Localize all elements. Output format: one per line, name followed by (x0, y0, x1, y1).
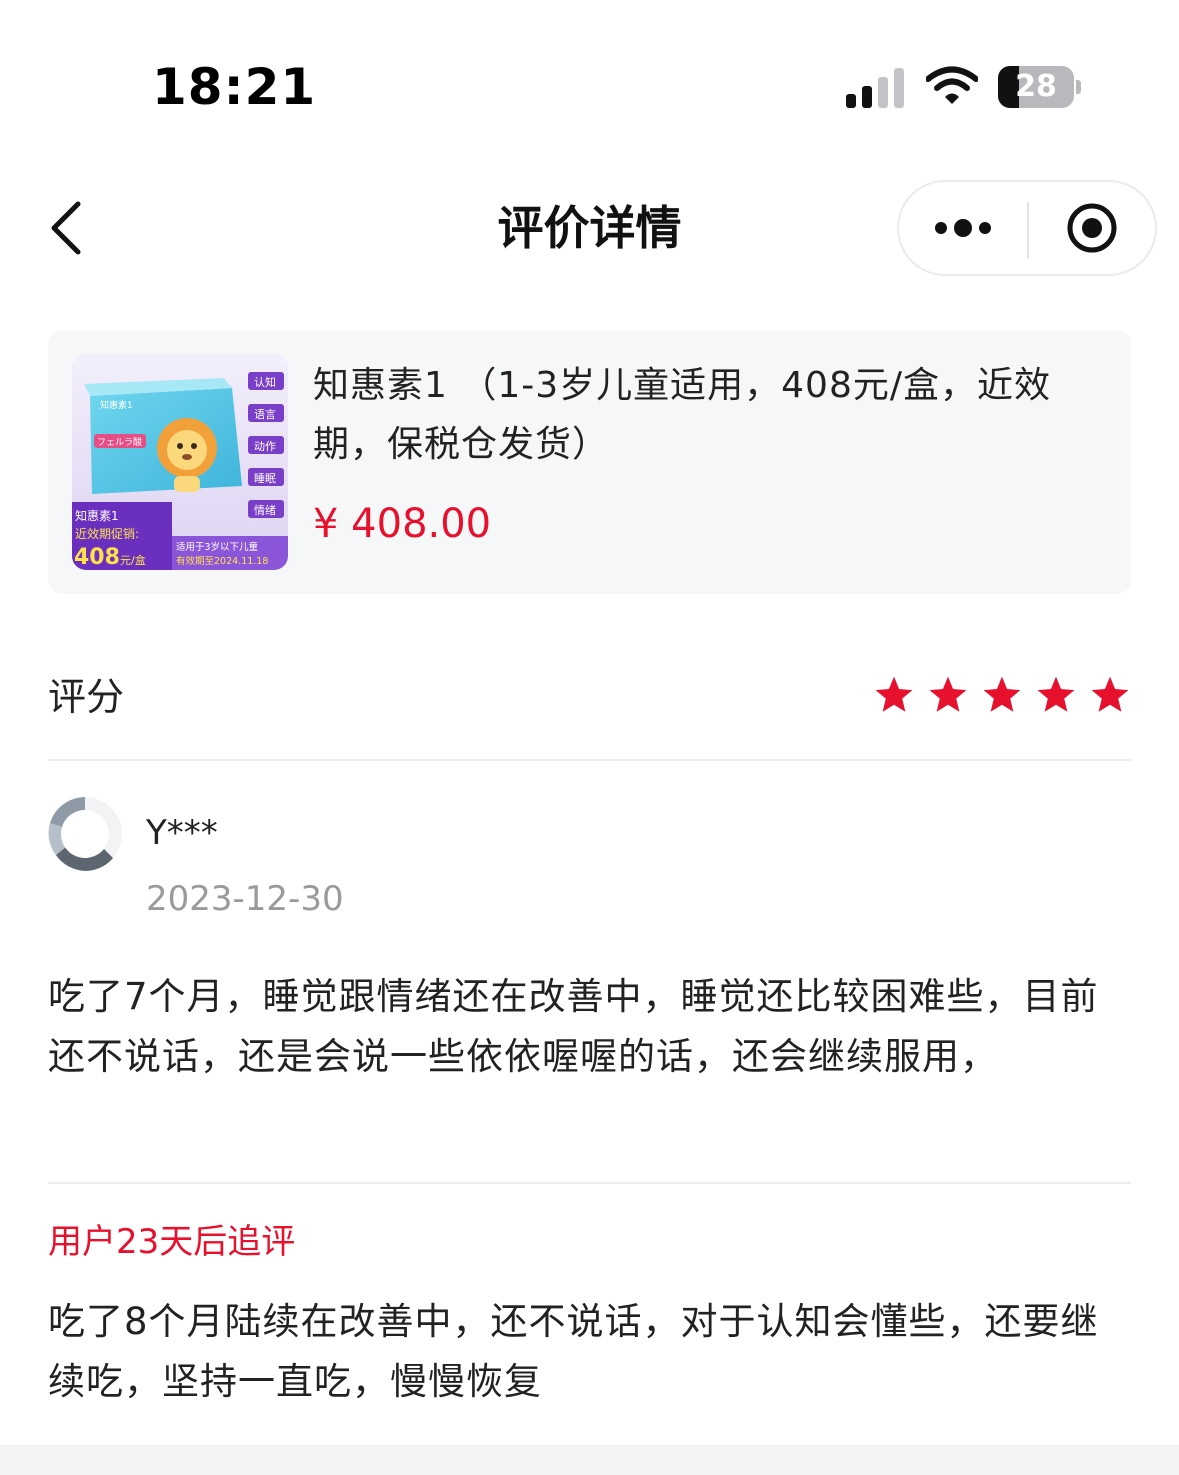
expiry-line: 有效期至2024.11.18 (176, 555, 268, 567)
close-target-icon (1067, 203, 1117, 253)
product-card[interactable]: 知惠素1 フェルラ酸 认知 语言 动作 睡眠 情绪 知惠素1 近效期促销: 40… (48, 330, 1131, 594)
product-name: 知惠素1 （1-3岁儿童适用，408元/盒，近效期，保税仓发货） (313, 365, 1051, 465)
signal-icon (846, 68, 904, 108)
side-tag: 情绪 (254, 503, 276, 517)
avatar (48, 797, 122, 871)
status-time: 18:21 (152, 58, 317, 116)
promo-line: 近效期促销: (75, 526, 139, 541)
avatar-image (48, 797, 122, 871)
product-image-art: 知惠素1 フェルラ酸 认知 语言 动作 睡眠 情绪 知惠素1 近效期促销: 40… (72, 354, 288, 570)
wifi-icon (926, 66, 978, 104)
usage-line: 适用于3岁以下儿童 (176, 541, 259, 553)
nav-bar: 评价详情 (0, 180, 1179, 276)
rating-row: 评分 (48, 664, 1131, 734)
followup-content: 吃了8个月陆续在改善中，还不说话，对于认知会懂些，还要继续吃，坚持一直吃，慢慢恢… (48, 1300, 1099, 1403)
divider (48, 759, 1131, 761)
back-chevron-icon (51, 201, 81, 255)
side-tag: 睡眠 (254, 472, 276, 485)
bottom-bar (0, 1445, 1179, 1475)
battery-cap (1076, 80, 1081, 94)
rating-label: 评分 (48, 675, 125, 719)
status-bar: 18:21 28 (0, 0, 1179, 150)
battery-icon: 28 (998, 66, 1082, 108)
rating-stars (873, 674, 1131, 724)
product-image: 知惠素1 フェルラ酸 认知 语言 动作 睡眠 情绪 知惠素1 近效期促销: 40… (72, 354, 288, 570)
side-tag: 语言 (254, 408, 276, 421)
review-content: 吃了7个月，睡觉跟情绪还在改善中，睡觉还比较困难些，目前还不说话，还是会说一些依… (48, 975, 1099, 1078)
user-name: Y*** (146, 813, 218, 853)
divider (48, 1182, 1131, 1184)
battery-level: 28 (1015, 69, 1057, 104)
battery-body: 28 (998, 66, 1074, 108)
product-price: ¥ 408.00 (313, 501, 492, 547)
review-date: 2023-12-30 (146, 879, 344, 919)
star-icon (983, 676, 1021, 712)
star-icon (929, 676, 967, 712)
mini-program-capsule (897, 180, 1157, 276)
star-icon (1091, 676, 1129, 712)
box-brand-text: 知惠素1 (100, 399, 133, 411)
more-dots-icon (935, 219, 991, 237)
back-button[interactable] (40, 196, 100, 260)
more-button[interactable] (899, 182, 1027, 274)
box-label-text: フェルラ酸 (97, 437, 142, 448)
star-icon (875, 676, 913, 712)
star-icon (1037, 676, 1075, 712)
promo-price: 408 (74, 545, 120, 570)
side-tag: 动作 (254, 440, 276, 453)
followup-title: 用户23天后追评 (48, 1222, 296, 1262)
side-tag: 认知 (254, 375, 276, 389)
close-mini-program-button[interactable] (1029, 182, 1155, 274)
promo-unit: 元/盒 (120, 553, 146, 567)
promo-title: 知惠素1 (75, 509, 119, 523)
